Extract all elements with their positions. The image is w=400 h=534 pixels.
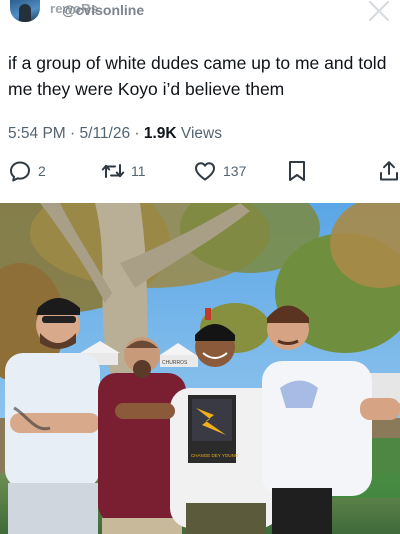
- reply-icon: [10, 161, 30, 182]
- tweet-meta: 5:54 PM · 5/11/26 · 1.9K Views: [8, 125, 222, 143]
- photo-illustration: CHURROS CHANGE DEY YOUNG: [0, 203, 400, 534]
- close-button[interactable]: [366, 0, 392, 24]
- retweet-icon: [101, 164, 125, 178]
- avatar[interactable]: [10, 0, 40, 22]
- tweet-photo[interactable]: CHURROS CHANGE DEY YOUNG: [0, 203, 400, 534]
- like-count: 137: [223, 163, 247, 179]
- bookmark-icon: [289, 161, 305, 181]
- account-handle[interactable]: @cvisonline: [62, 2, 144, 18]
- views-label: Views: [176, 125, 222, 142]
- retweet-button[interactable]: 11: [101, 157, 146, 185]
- like-button[interactable]: 137: [193, 157, 246, 185]
- tent-sign: CHURROS: [162, 360, 188, 366]
- share-button[interactable]: [378, 157, 400, 185]
- like-icon: [195, 162, 215, 181]
- reply-count: 2: [38, 163, 46, 179]
- action-bar: 2 11 137: [0, 157, 400, 185]
- tweet-time[interactable]: 5:54 PM: [8, 125, 66, 142]
- share-icon: [380, 161, 398, 181]
- bookmark-button[interactable]: [286, 157, 308, 185]
- top-header: rewoRs @cvisonline: [0, 0, 400, 24]
- close-icon: [368, 0, 390, 22]
- retweet-count: 11: [131, 163, 146, 179]
- avatar-figure: [19, 4, 31, 22]
- shirt-print: CHANGE DEY YOUNG: [191, 453, 239, 458]
- meta-separator: ·: [130, 125, 144, 142]
- tweet-date[interactable]: 5/11/26: [80, 125, 131, 142]
- tweet-text: if a group of white dudes came up to me …: [8, 53, 387, 99]
- meta-separator: ·: [65, 125, 80, 142]
- views-count: 1.9K: [143, 125, 177, 142]
- reply-button[interactable]: 2: [8, 157, 46, 185]
